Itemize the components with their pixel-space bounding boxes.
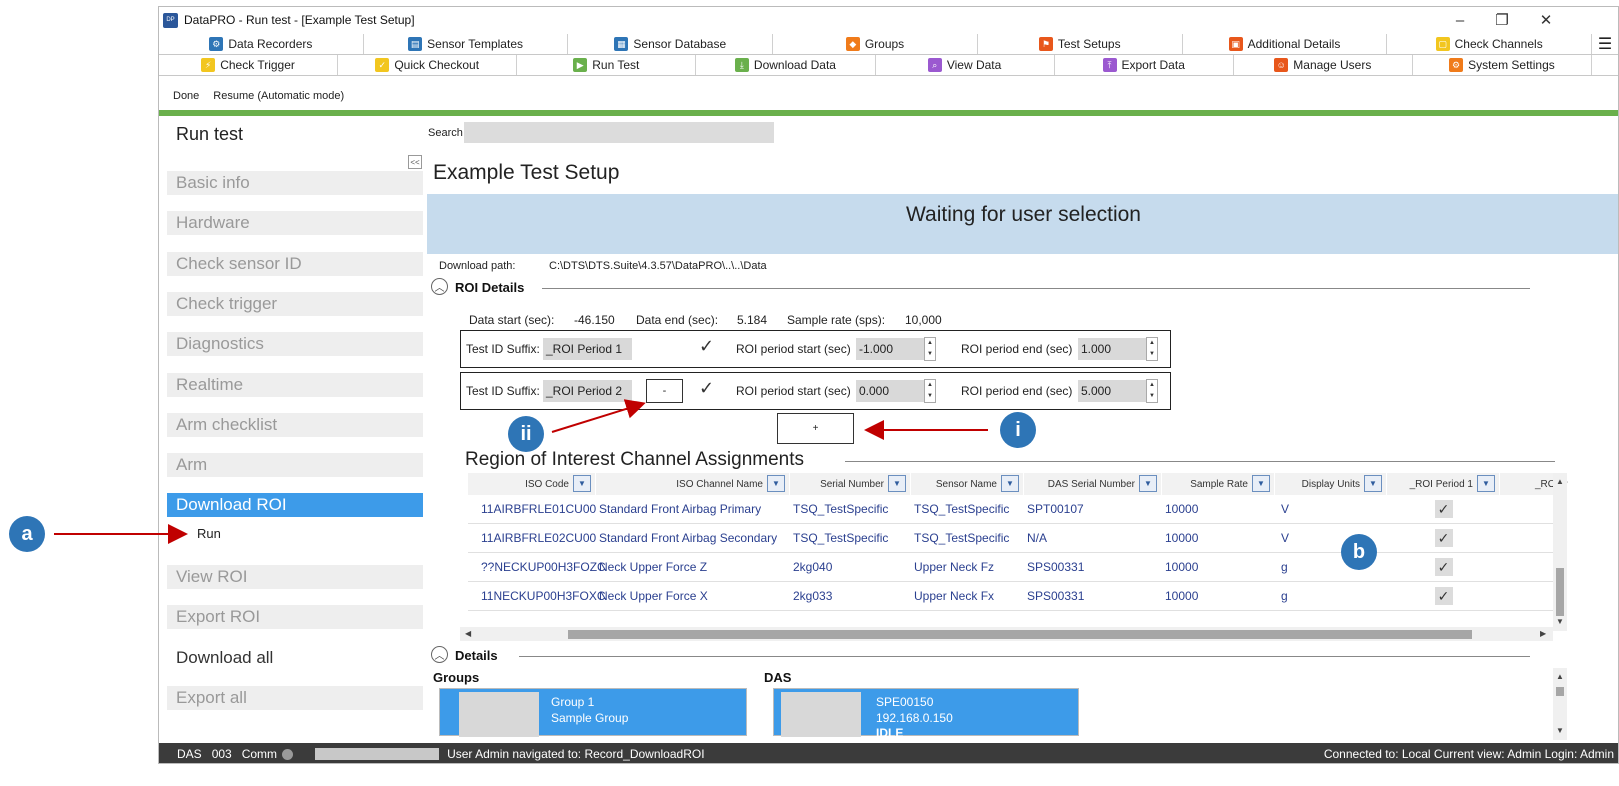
callout-badge-ii: ii — [508, 416, 544, 452]
callout-badge-i: i — [1000, 412, 1036, 448]
callout-arrows — [54, 399, 988, 544]
callout-badge-b: b — [1341, 534, 1377, 570]
arrow-to-remove-roi — [551, 399, 646, 433]
callout-badge-a: a — [9, 516, 45, 552]
